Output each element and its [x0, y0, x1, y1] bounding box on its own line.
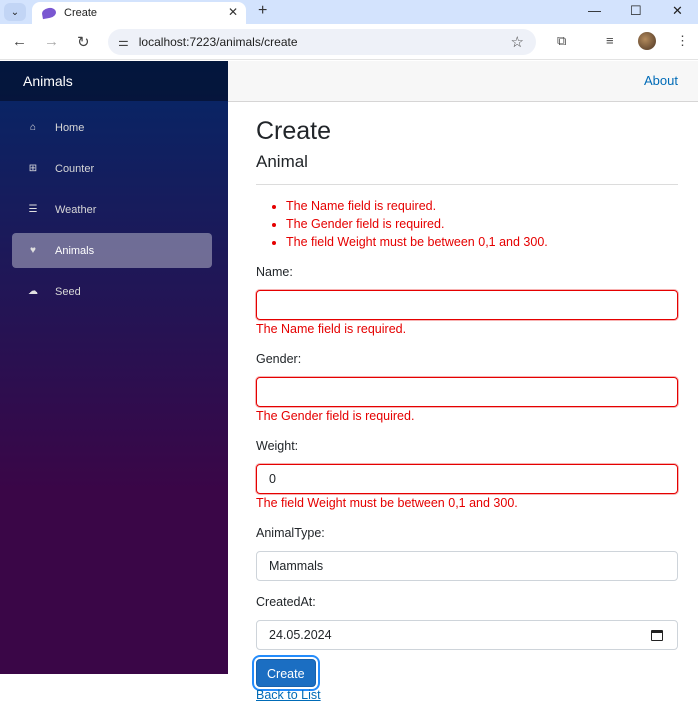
divider	[256, 184, 678, 185]
validation-message: The Name field is required.	[286, 197, 678, 215]
list-icon: ☰	[28, 204, 38, 215]
sidebar-item-counter[interactable]: ⊞ Counter	[12, 151, 212, 186]
create-button[interactable]: Create	[256, 659, 316, 687]
reload-icon[interactable]: ↻	[77, 33, 90, 51]
sidebar-item-label: Animals	[55, 244, 95, 257]
page-subtitle: Animal	[256, 152, 308, 171]
tab-title: Create	[64, 7, 98, 19]
animal-type-group: AnimalType: Mammals	[256, 524, 678, 581]
gender-label: Gender:	[256, 352, 302, 366]
browser-tab[interactable]: Create ✕	[32, 2, 246, 24]
animal-icon: ♥	[30, 245, 36, 256]
plus-icon[interactable]: +	[258, 2, 267, 20]
calendar-icon[interactable]	[651, 630, 663, 641]
created-at-group: CreatedAt: 24.05.2024	[256, 593, 678, 650]
close-icon[interactable]: ✕	[228, 5, 238, 19]
created-at-value: 24.05.2024	[269, 628, 332, 642]
name-label: Name:	[256, 265, 293, 279]
url-text[interactable]: localhost:7223/animals/create	[139, 35, 298, 49]
main-content: Create Animal The Name field is required…	[255, 102, 679, 702]
favicon-icon	[41, 6, 57, 20]
sidebar: Animals ⌂ Home ⊞ Counter ☰ Weather ♥ Ani…	[0, 61, 228, 674]
sidebar-item-seed[interactable]: ☁ Seed	[12, 274, 212, 309]
created-at-date-input[interactable]: 24.05.2024	[256, 620, 678, 650]
page-title: Create	[256, 117, 332, 145]
sidebar-item-animals[interactable]: ♥ Animals	[12, 233, 212, 268]
browser-toolbar: ← → ↻ ⚌ localhost:7223/animals/create ☆ …	[0, 24, 698, 60]
puzzle-icon[interactable]: ⧉	[557, 33, 566, 49]
validation-message: The field Weight must be between 0,1 and…	[286, 233, 678, 251]
profile-avatar[interactable]	[638, 32, 656, 50]
sidebar-item-label: Weather	[55, 203, 97, 216]
sidebar-item-label: Seed	[55, 285, 81, 298]
name-error: The Name field is required.	[256, 322, 407, 336]
media-queue-icon[interactable]: ≡	[606, 33, 614, 48]
minimize-icon[interactable]: —	[588, 3, 601, 18]
validation-message: The Gender field is required.	[286, 215, 678, 233]
weight-error: The field Weight must be between 0,1 and…	[256, 496, 518, 510]
close-window-icon[interactable]: ✕	[672, 3, 683, 19]
sidebar-item-home[interactable]: ⌂ Home	[12, 110, 212, 145]
arrow-left-icon[interactable]: ←	[12, 33, 27, 50]
sidebar-item-weather[interactable]: ☰ Weather	[12, 192, 212, 227]
sidebar-item-label: Counter	[55, 162, 95, 175]
browser-tab-strip: ⌄ Create ✕ + — ☐ ✕	[0, 0, 698, 24]
star-icon[interactable]: ☆	[511, 33, 524, 51]
home-icon: ⌂	[29, 122, 37, 133]
weight-label: Weight:	[256, 439, 299, 453]
brand-title[interactable]: Animals	[23, 73, 73, 89]
gender-input[interactable]	[255, 376, 679, 408]
back-to-list-link[interactable]: Back to List	[256, 688, 678, 702]
weight-input[interactable]: 0	[255, 463, 679, 495]
cloud-upload-icon: ☁	[28, 286, 38, 297]
animal-type-select[interactable]: Mammals	[256, 551, 678, 581]
name-input[interactable]	[255, 289, 679, 321]
gender-group: Gender: The Gender field is required.	[255, 350, 679, 425]
about-link[interactable]: About	[644, 73, 678, 88]
top-row: About	[228, 61, 698, 102]
sidebar-nav: ⌂ Home ⊞ Counter ☰ Weather ♥ Animals ☁ S…	[0, 101, 228, 309]
tune-icon[interactable]: ⚌	[118, 35, 129, 49]
name-group: Name: The Name field is required.	[255, 263, 679, 338]
tab-search-button[interactable]: ⌄	[4, 3, 26, 21]
address-bar[interactable]: ⚌ localhost:7223/animals/create ☆	[108, 29, 536, 55]
chevron-down-icon: ⌄	[10, 6, 20, 18]
plus-square-icon: ⊞	[28, 163, 38, 174]
maximize-icon[interactable]: ☐	[630, 3, 642, 19]
validation-summary: The Name field is required. The Gender f…	[256, 197, 678, 251]
gender-error: The Gender field is required.	[256, 409, 415, 423]
arrow-right-icon[interactable]: →	[44, 33, 59, 50]
kebab-menu-icon[interactable]: ⋮	[676, 33, 689, 49]
animal-type-label: AnimalType:	[256, 526, 325, 540]
brand-bar: Animals	[0, 61, 228, 101]
created-at-label: CreatedAt:	[256, 595, 316, 609]
weight-group: Weight: 0 The field Weight must be betwe…	[255, 437, 679, 512]
sidebar-item-label: Home	[55, 121, 85, 134]
